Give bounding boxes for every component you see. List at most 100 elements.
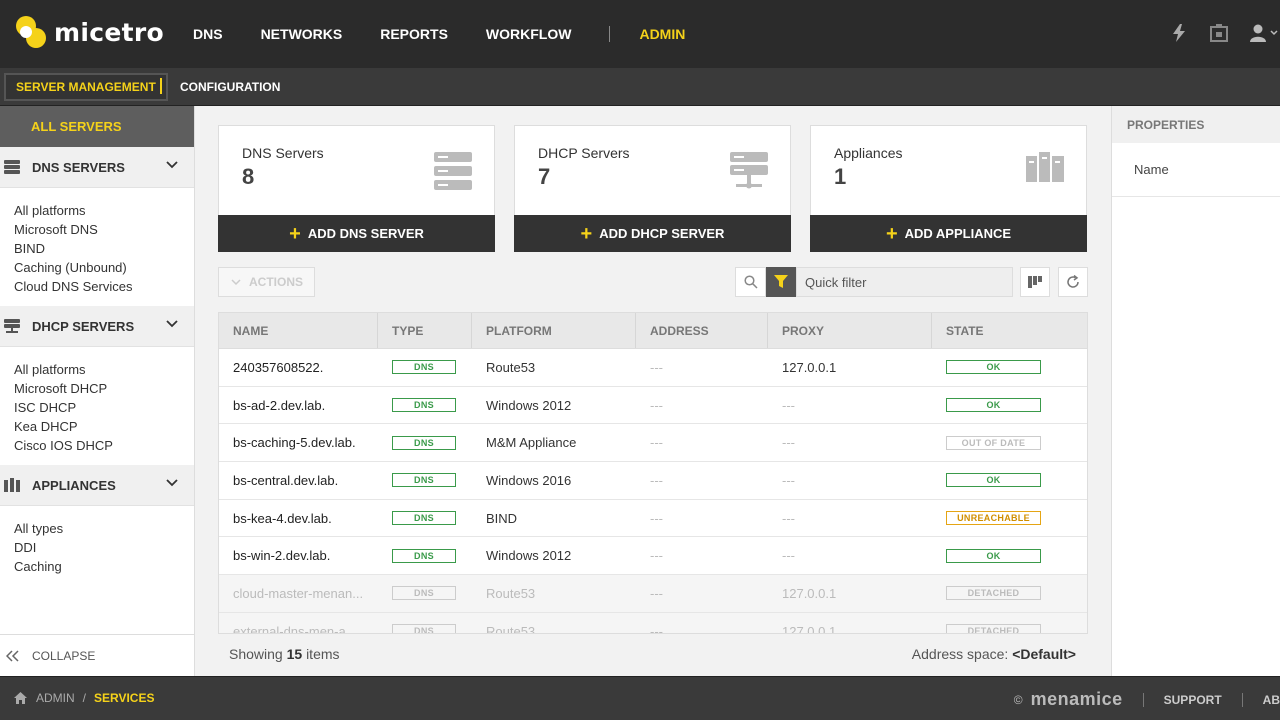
dhcp-server-icon bbox=[730, 152, 768, 189]
double-chevron-left-icon bbox=[6, 649, 19, 662]
list-item[interactable]: Microsoft DNS bbox=[14, 220, 194, 239]
refresh-button[interactable] bbox=[1058, 267, 1088, 297]
nav-networks[interactable]: NETWORKS bbox=[261, 26, 343, 42]
column-header-state[interactable]: STATE bbox=[932, 313, 1087, 348]
sub-navigation-bar: SERVER MANAGEMENT CONFIGURATION bbox=[0, 68, 1280, 106]
list-item[interactable]: All platforms bbox=[14, 360, 194, 379]
add-appliance-button[interactable]: + ADD APPLIANCE bbox=[810, 215, 1087, 252]
chevron-down-icon[interactable] bbox=[166, 320, 178, 328]
list-item[interactable]: Cisco IOS DHCP bbox=[14, 436, 194, 455]
list-item[interactable]: ISC DHCP bbox=[14, 398, 194, 417]
card-title: DHCP Servers bbox=[538, 145, 630, 161]
sidebar-group-dhcp-servers[interactable]: DHCP SERVERS bbox=[0, 306, 194, 347]
chevron-down-icon[interactable] bbox=[166, 161, 178, 169]
nav-dns[interactable]: DNS bbox=[193, 26, 223, 42]
table-row[interactable]: bs-ad-2.dev.lab. DNS Windows 2012 --- --… bbox=[219, 387, 1087, 425]
dhcp-server-icon bbox=[4, 319, 20, 333]
table-row[interactable]: external-dns-men-a... DNS Route53 --- 12… bbox=[219, 612, 1087, 633]
sidebar-group-dns-servers[interactable]: DNS SERVERS bbox=[0, 147, 194, 188]
filter-button[interactable] bbox=[766, 267, 796, 297]
top-icons bbox=[1150, 22, 1280, 44]
cell-address: --- bbox=[650, 472, 663, 488]
servers-table: NAME TYPE PLATFORM ADDRESS PROXY STATE 2… bbox=[218, 312, 1088, 634]
state-badge: OK bbox=[946, 473, 1041, 488]
list-item[interactable]: Microsoft DHCP bbox=[14, 379, 194, 398]
chevron-down-icon bbox=[231, 278, 241, 285]
nav-workflow[interactable]: WORKFLOW bbox=[486, 26, 572, 42]
main-content: DNS Servers 8 + ADD DNS SERVER DHCP Serv… bbox=[196, 106, 1110, 676]
button-label: ADD DHCP SERVER bbox=[599, 226, 725, 241]
copyright-symbol: © bbox=[1013, 692, 1023, 707]
column-header-proxy[interactable]: PROXY bbox=[768, 313, 932, 348]
list-item[interactable]: DDI bbox=[14, 538, 194, 557]
cell-address: --- bbox=[650, 510, 663, 526]
tab-configuration[interactable]: CONFIGURATION bbox=[170, 73, 290, 101]
chevron-down-icon[interactable] bbox=[166, 479, 178, 487]
column-header-platform[interactable]: PLATFORM bbox=[472, 313, 636, 348]
about-link[interactable]: AB bbox=[1263, 693, 1280, 707]
properties-panel: PROPERTIES Name bbox=[1111, 106, 1280, 676]
list-item[interactable]: Cloud DNS Services bbox=[14, 277, 194, 296]
add-dns-server-button[interactable]: + ADD DNS SERVER bbox=[218, 215, 495, 252]
cell-proxy: --- bbox=[782, 397, 795, 413]
showing-suffix: items bbox=[306, 646, 340, 662]
micetro-logo[interactable]: micetro bbox=[16, 16, 164, 48]
sidebar-item-all-servers[interactable]: ALL SERVERS bbox=[0, 106, 194, 147]
lightning-icon[interactable] bbox=[1168, 22, 1190, 44]
card-count: 1 bbox=[834, 164, 847, 189]
cell-name: bs-ad-2.dev.lab. bbox=[233, 397, 326, 413]
list-item[interactable]: All platforms bbox=[14, 201, 194, 220]
button-label: ADD DNS SERVER bbox=[307, 226, 424, 241]
table-row[interactable]: bs-win-2.dev.lab. DNS Windows 2012 --- -… bbox=[219, 537, 1087, 576]
list-item[interactable]: Caching bbox=[14, 557, 194, 576]
actions-dropdown[interactable]: ACTIONS bbox=[218, 267, 315, 297]
column-header-name[interactable]: NAME bbox=[219, 313, 378, 348]
cell-address: --- bbox=[650, 397, 663, 413]
breadcrumb: ADMIN / SERVICES bbox=[14, 691, 154, 705]
dhcp-platform-list: All platforms Microsoft DHCP ISC DHCP Ke… bbox=[0, 347, 194, 465]
table-row[interactable]: cloud-master-menan... DNS Route53 --- 12… bbox=[219, 575, 1087, 613]
column-header-address[interactable]: ADDRESS bbox=[636, 313, 768, 348]
list-item[interactable]: All types bbox=[14, 519, 194, 538]
appliance-type-list: All types DDI Caching bbox=[0, 506, 194, 586]
type-badge: DNS bbox=[392, 435, 456, 450]
table-row[interactable]: bs-central.dev.lab. DNS Windows 2016 ---… bbox=[219, 462, 1087, 500]
home-icon[interactable] bbox=[14, 692, 27, 704]
column-view-button[interactable] bbox=[1020, 267, 1050, 297]
card-count: 8 bbox=[242, 164, 255, 189]
add-dhcp-server-button[interactable]: + ADD DHCP SERVER bbox=[514, 215, 791, 252]
quick-filter-input[interactable]: Quick filter bbox=[796, 267, 1013, 297]
column-header-type[interactable]: TYPE bbox=[378, 313, 472, 348]
nav-reports[interactable]: REPORTS bbox=[380, 26, 448, 42]
dns-servers-card: DNS Servers 8 + ADD DNS SERVER bbox=[218, 125, 495, 252]
address-space-selector[interactable]: Address space: <Default> bbox=[912, 646, 1076, 662]
sidebar-group-appliances[interactable]: APPLIANCES bbox=[0, 465, 194, 506]
appliance-rack-icon bbox=[1026, 152, 1064, 182]
cell-address: --- bbox=[650, 359, 663, 375]
search-button[interactable] bbox=[735, 267, 766, 297]
footer-divider bbox=[1241, 692, 1243, 707]
dhcp-servers-card: DHCP Servers 7 + ADD DHCP SERVER bbox=[514, 125, 791, 252]
cell-address: --- bbox=[650, 435, 663, 451]
nav-admin[interactable]: ADMIN bbox=[639, 26, 685, 42]
cell-name: bs-caching-5.dev.lab. bbox=[233, 435, 356, 451]
user-menu-icon[interactable] bbox=[1248, 22, 1280, 44]
table-row[interactable]: bs-kea-4.dev.lab. DNS BIND --- --- UNREA… bbox=[219, 500, 1087, 538]
task-inbox-icon[interactable] bbox=[1208, 22, 1230, 44]
list-item[interactable]: Caching (Unbound) bbox=[14, 258, 194, 277]
main-nav: DNS NETWORKS REPORTS WORKFLOW ADMIN bbox=[193, 0, 723, 68]
list-item[interactable]: Kea DHCP bbox=[14, 417, 194, 436]
appliances-card: Appliances 1 + ADD APPLIANCE bbox=[810, 125, 1087, 252]
breadcrumb-admin[interactable]: ADMIN bbox=[36, 691, 75, 705]
item-count: Showing 15 items bbox=[229, 646, 340, 662]
table-row[interactable]: bs-caching-5.dev.lab. DNS M&M Appliance … bbox=[219, 424, 1087, 463]
collapse-sidebar-button[interactable]: COLLAPSE bbox=[0, 634, 195, 676]
sidebar-group-label: APPLIANCES bbox=[32, 477, 116, 493]
list-item[interactable]: BIND bbox=[14, 239, 194, 258]
nav-divider bbox=[609, 26, 611, 42]
table-row[interactable]: 240357608522. DNS Route53 --- 127.0.0.1 … bbox=[219, 349, 1087, 387]
columns-icon bbox=[1028, 276, 1042, 288]
tab-server-management[interactable]: SERVER MANAGEMENT bbox=[4, 73, 168, 101]
table-header: NAME TYPE PLATFORM ADDRESS PROXY STATE bbox=[219, 313, 1087, 349]
support-link[interactable]: SUPPORT bbox=[1164, 693, 1222, 707]
